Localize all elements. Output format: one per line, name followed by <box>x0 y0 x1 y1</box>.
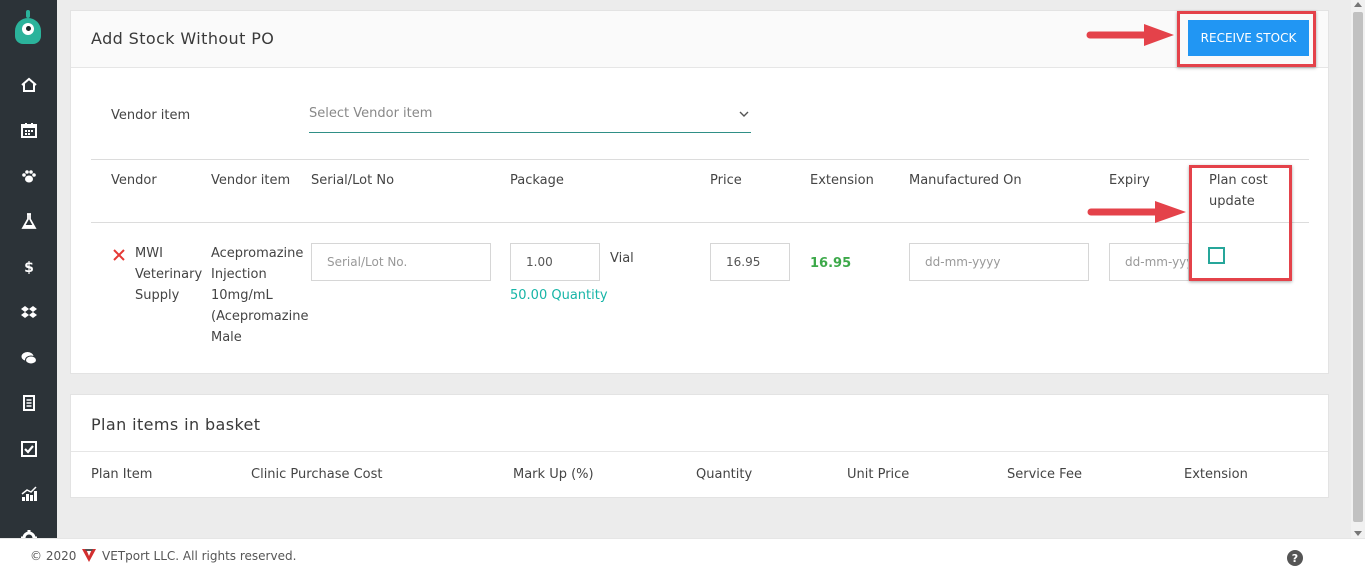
copyright-text: © 2020 <box>30 549 77 563</box>
chat-icon[interactable] <box>0 335 57 381</box>
vetport-logo-icon <box>82 549 96 562</box>
package-input[interactable]: 1.00 <box>510 243 600 281</box>
col-vendor: Vendor <box>111 173 157 188</box>
checkbox-icon[interactable] <box>0 426 57 472</box>
col-vendor-item: Vendor item <box>211 173 291 188</box>
expiry-date-input[interactable]: dd-mm-yyyy <box>1109 243 1189 281</box>
manufactured-placeholder: dd-mm-yyyy <box>925 255 1001 269</box>
paw-icon[interactable] <box>0 153 57 199</box>
basket-col-plan-item: Plan Item <box>91 467 153 482</box>
basket-col-quantity: Quantity <box>696 467 753 482</box>
item-line: Injection <box>211 267 267 282</box>
vertical-scrollbar[interactable] <box>1351 0 1365 538</box>
basket-col-extension: Extension <box>1184 467 1248 482</box>
vendor-item-select[interactable]: Select Vendor item <box>309 103 751 133</box>
scroll-up-icon[interactable] <box>1354 2 1362 7</box>
add-stock-panel: Add Stock Without PO Vendor item Select … <box>70 10 1329 374</box>
col-extension: Extension <box>810 173 874 188</box>
row-vendor-item: Acepromazine Injection 10mg/mL (Aceproma… <box>211 243 308 348</box>
item-line: 10mg/mL <box>211 288 273 303</box>
expiry-placeholder: dd-mm-yyyy <box>1125 255 1188 269</box>
price-input[interactable]: 16.95 <box>710 243 790 281</box>
divider <box>71 451 1328 452</box>
basket-col-unit-price: Unit Price <box>847 467 910 482</box>
basket-col-service-fee: Service Fee <box>1007 467 1082 482</box>
quantity-link[interactable]: 50.00 Quantity <box>510 288 608 303</box>
price-value: 16.95 <box>726 255 761 269</box>
serial-lot-placeholder: Serial/Lot No. <box>327 255 408 269</box>
serial-lot-input[interactable]: Serial/Lot No. <box>311 243 491 281</box>
calendar-icon[interactable] <box>0 108 57 154</box>
vendor-item-label: Vendor item <box>111 108 191 123</box>
boxes-icon[interactable] <box>0 290 57 336</box>
col-manufactured: Manufactured On <box>909 173 1022 188</box>
basket-col-clinic-cost: Clinic Purchase Cost <box>251 467 383 482</box>
manufactured-date-input[interactable]: dd-mm-yyyy <box>909 243 1089 281</box>
col-package: Package <box>510 173 564 188</box>
package-unit: Vial <box>610 251 634 266</box>
svg-text:$: $ <box>24 260 34 276</box>
highlight-box-receive <box>1177 11 1316 67</box>
flask-icon[interactable] <box>0 199 57 245</box>
vendor-line: Veterinary <box>135 267 203 282</box>
col-expiry: Expiry <box>1109 173 1150 188</box>
item-line: (Acepromazine <box>211 309 309 324</box>
item-line: Acepromazine <box>211 246 304 261</box>
monster-logo[interactable] <box>12 10 44 46</box>
vendor-line: Supply <box>135 288 180 303</box>
basket-panel: Plan items in basket Plan Item Clinic Pu… <box>70 394 1329 498</box>
arrow-annotation <box>1086 24 1174 46</box>
vendor-item-placeholder: Select Vendor item <box>309 106 433 121</box>
col-serial: Serial/Lot No <box>311 173 395 188</box>
item-line: Male <box>211 330 242 345</box>
remove-row-icon[interactable] <box>113 249 125 261</box>
highlight-box-plan-cost <box>1189 165 1292 281</box>
package-value: 1.00 <box>526 255 553 269</box>
vendor-line: MWI <box>135 246 163 261</box>
col-price: Price <box>710 173 742 188</box>
help-icon[interactable]: ? <box>1287 550 1303 566</box>
row-vendor: MWI Veterinary Supply <box>135 243 202 306</box>
scrollbar-thumb[interactable] <box>1353 12 1363 522</box>
extension-value: 16.95 <box>810 256 852 271</box>
scroll-down-icon[interactable] <box>1354 531 1362 536</box>
dollar-icon[interactable]: $ <box>0 244 57 290</box>
company-text: VETport LLC. All rights reserved. <box>102 549 297 563</box>
document-icon[interactable] <box>0 381 57 427</box>
divider <box>91 159 1309 160</box>
basket-title: Plan items in basket <box>91 415 261 434</box>
footer: © 2020 VETport LLC. All rights reserved.… <box>0 538 1365 574</box>
panel-title: Add Stock Without PO <box>91 29 275 48</box>
sidebar-nav: $ <box>0 62 57 547</box>
home-icon[interactable] <box>0 62 57 108</box>
sidebar: $ <box>0 0 57 546</box>
chevron-down-icon <box>739 111 749 117</box>
basket-col-markup: Mark Up (%) <box>513 467 594 482</box>
arrow-annotation <box>1087 201 1186 223</box>
bar-chart-icon[interactable] <box>0 472 57 518</box>
